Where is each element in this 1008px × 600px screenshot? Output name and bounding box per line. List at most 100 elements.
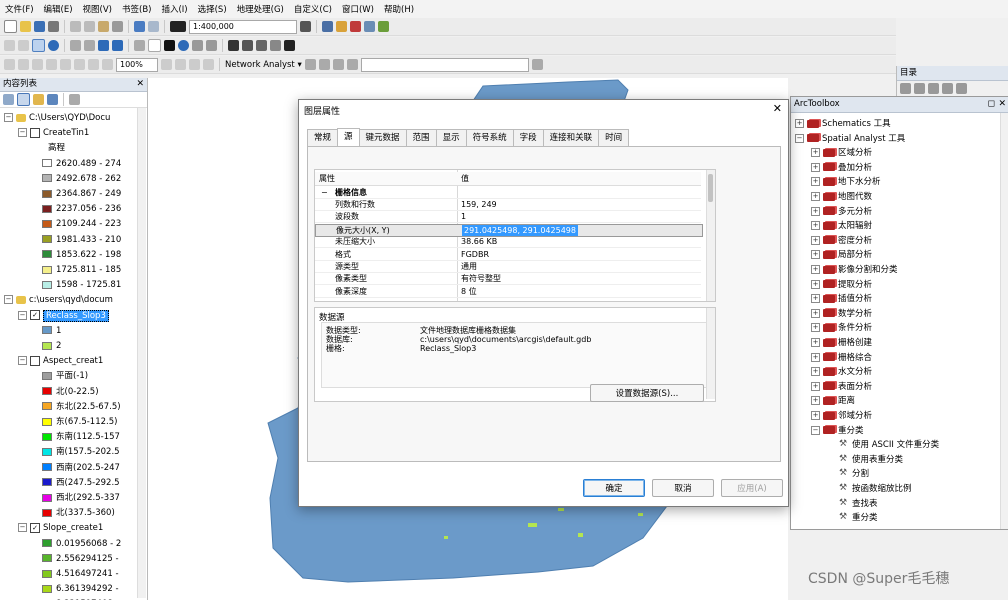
expand-icon[interactable]: + — [811, 352, 820, 362]
expand-icon[interactable]: + — [811, 396, 820, 406]
expand-icon[interactable]: + — [811, 206, 820, 216]
toc-options-icon[interactable] — [69, 94, 80, 105]
collapse-icon[interactable]: − — [4, 295, 13, 305]
tab-1[interactable]: 源 — [337, 128, 360, 147]
ok-button[interactable]: 确定 — [583, 479, 645, 497]
list-by-selection-icon[interactable] — [47, 94, 58, 105]
create-viewer-icon[interactable] — [284, 40, 295, 51]
tab-7[interactable]: 连接和关联 — [542, 129, 600, 146]
collapse-icon[interactable]: − — [795, 133, 804, 143]
list-by-visibility-icon[interactable] — [33, 94, 44, 105]
network-tool-icon[interactable] — [304, 59, 316, 70]
toolbox-tool-item[interactable]: ⚒ 使用 ASCII 文件重分类 — [827, 438, 939, 452]
layout-zoom-in-icon[interactable] — [4, 59, 15, 70]
toolbox-toolset-item[interactable]: + 栅格综合 — [811, 351, 872, 365]
forward-icon[interactable] — [112, 40, 123, 51]
expand-icon[interactable]: + — [811, 265, 820, 274]
layout-zoom-out-icon[interactable] — [18, 59, 29, 70]
close-icon[interactable]: ✕ — [136, 78, 144, 91]
back-icon[interactable] — [98, 40, 109, 51]
catalog-icon[interactable] — [336, 21, 347, 32]
source-scrollbar[interactable] — [706, 308, 715, 399]
find-icon[interactable] — [228, 40, 239, 51]
network-build-icon[interactable] — [531, 59, 543, 70]
menu-item[interactable]: 地理处理(G) — [232, 3, 289, 15]
expand-icon[interactable]: + — [811, 294, 820, 304]
toolbox-toolset-item[interactable]: + 区域分析 — [811, 146, 872, 160]
toc-layer-row[interactable]: − CreateTin1 — [18, 126, 89, 140]
property-row[interactable]: 未压缩大小 38.66 KB — [315, 236, 701, 249]
property-row[interactable]: 格式 FGDBR — [315, 249, 701, 261]
menu-item[interactable]: 书签(B) — [117, 3, 156, 15]
property-row[interactable]: 像素深度 8 位 — [315, 286, 701, 298]
toolbox-toolset-item[interactable]: + 水文分析 — [811, 365, 872, 379]
layout-back-icon[interactable] — [74, 59, 85, 70]
toolbox-toolset-item[interactable]: − Spatial Analyst 工具 — [795, 132, 905, 146]
toolbox-toolset-item[interactable]: + 密度分析 — [811, 234, 872, 248]
property-row[interactable]: 源类型 通用 — [315, 261, 701, 273]
tab-8[interactable]: 时间 — [598, 129, 630, 146]
toc-layer-row[interactable]: − ✓ Reclass_Slop3 — [18, 309, 109, 323]
modelbuilder-icon[interactable] — [378, 21, 389, 32]
collapse-icon[interactable]: − — [18, 310, 27, 320]
collapse-icon[interactable]: − — [18, 356, 27, 366]
measure-icon[interactable] — [242, 40, 253, 51]
toolbox-toolset-item[interactable]: + 栅格创建 — [811, 336, 872, 350]
layout-zoom-combo[interactable]: 100% — [116, 57, 158, 72]
full-extent-icon[interactable] — [48, 40, 59, 51]
catalog-home-icon[interactable] — [928, 83, 939, 94]
save-icon[interactable] — [34, 21, 45, 32]
hyperlink-icon[interactable] — [206, 40, 217, 51]
toolbox-tool-item[interactable]: ⚒ 分割 — [827, 467, 869, 481]
toolbox-toolset-item[interactable]: − 重分类 — [811, 424, 864, 438]
toolbox-tool-item[interactable]: ⚒ 按函数缩放比例 — [827, 482, 912, 496]
toolbox-toolset-item[interactable]: + 邻域分析 — [811, 409, 872, 423]
identify-icon[interactable] — [178, 40, 189, 51]
fixed-zoom-out-icon[interactable] — [84, 40, 95, 51]
editor-icon[interactable] — [300, 21, 311, 32]
network-layer-combo[interactable] — [360, 57, 529, 72]
select-features-icon[interactable] — [134, 40, 145, 51]
catalog-up-icon[interactable] — [914, 83, 925, 94]
tab-0[interactable]: 常规 — [307, 129, 339, 146]
apply-button[interactable]: 应用(A) — [721, 479, 783, 497]
toolbox-toolset-item[interactable]: + Schematics 工具 — [795, 117, 891, 131]
layer-visibility-checkbox[interactable]: ✓ — [30, 310, 40, 321]
zoom-out-icon[interactable] — [18, 40, 29, 51]
expand-icon[interactable]: + — [811, 411, 820, 420]
menu-item[interactable]: 窗口(W) — [337, 3, 379, 15]
layout-forward-icon[interactable] — [88, 59, 99, 70]
toolbox-tool-item[interactable]: ⚒ 重分类 — [827, 511, 878, 525]
layer-visibility-checkbox[interactable]: ✓ — [30, 522, 40, 533]
toc-group-row[interactable]: − C:\Users\QYD\Docu — [4, 111, 110, 125]
menu-item[interactable]: 自定义(C) — [289, 3, 337, 15]
network-analyst-menu[interactable]: Network Analyst ▾ — [225, 60, 302, 70]
toolbox-toolset-item[interactable]: + 插值分析 — [811, 292, 872, 306]
pan-hand-icon[interactable] — [32, 39, 45, 52]
toolbox-toolset-item[interactable]: + 数学分析 — [811, 307, 872, 321]
menu-item[interactable]: 文件(F) — [0, 3, 39, 15]
toolbox-toolset-item[interactable]: + 多元分析 — [811, 205, 872, 219]
table-of-contents-icon[interactable] — [322, 21, 333, 32]
network-solve-icon[interactable] — [332, 59, 344, 70]
menu-item[interactable]: 选择(S) — [193, 3, 232, 15]
cut-icon[interactable] — [70, 21, 81, 32]
new-document-icon[interactable] — [4, 20, 17, 33]
zoom-whole-page-icon[interactable] — [46, 59, 57, 70]
collapse-icon[interactable]: − — [321, 187, 328, 198]
map-scale-combo[interactable]: 1:400,000 — [189, 19, 297, 34]
expand-icon[interactable]: + — [811, 308, 820, 318]
delete-icon[interactable] — [112, 21, 123, 32]
python-window-icon[interactable] — [364, 21, 375, 32]
layout-pan-icon[interactable] — [32, 59, 43, 70]
toc-layer-row[interactable]: − Aspect_creat1 — [18, 354, 103, 368]
catalog-connect-icon[interactable] — [942, 83, 953, 94]
expand-icon[interactable]: + — [811, 338, 820, 347]
toolbox-toolset-item[interactable]: + 叠加分析 — [811, 161, 872, 175]
menu-item[interactable]: 视图(V) — [78, 3, 117, 15]
menu-item[interactable]: 编辑(E) — [39, 3, 78, 15]
toc-scrollbar[interactable] — [137, 108, 146, 598]
expand-icon[interactable]: + — [811, 192, 820, 201]
toolbox-toolset-item[interactable]: + 地下水分析 — [811, 175, 881, 189]
layer-visibility-checkbox[interactable] — [30, 355, 40, 366]
